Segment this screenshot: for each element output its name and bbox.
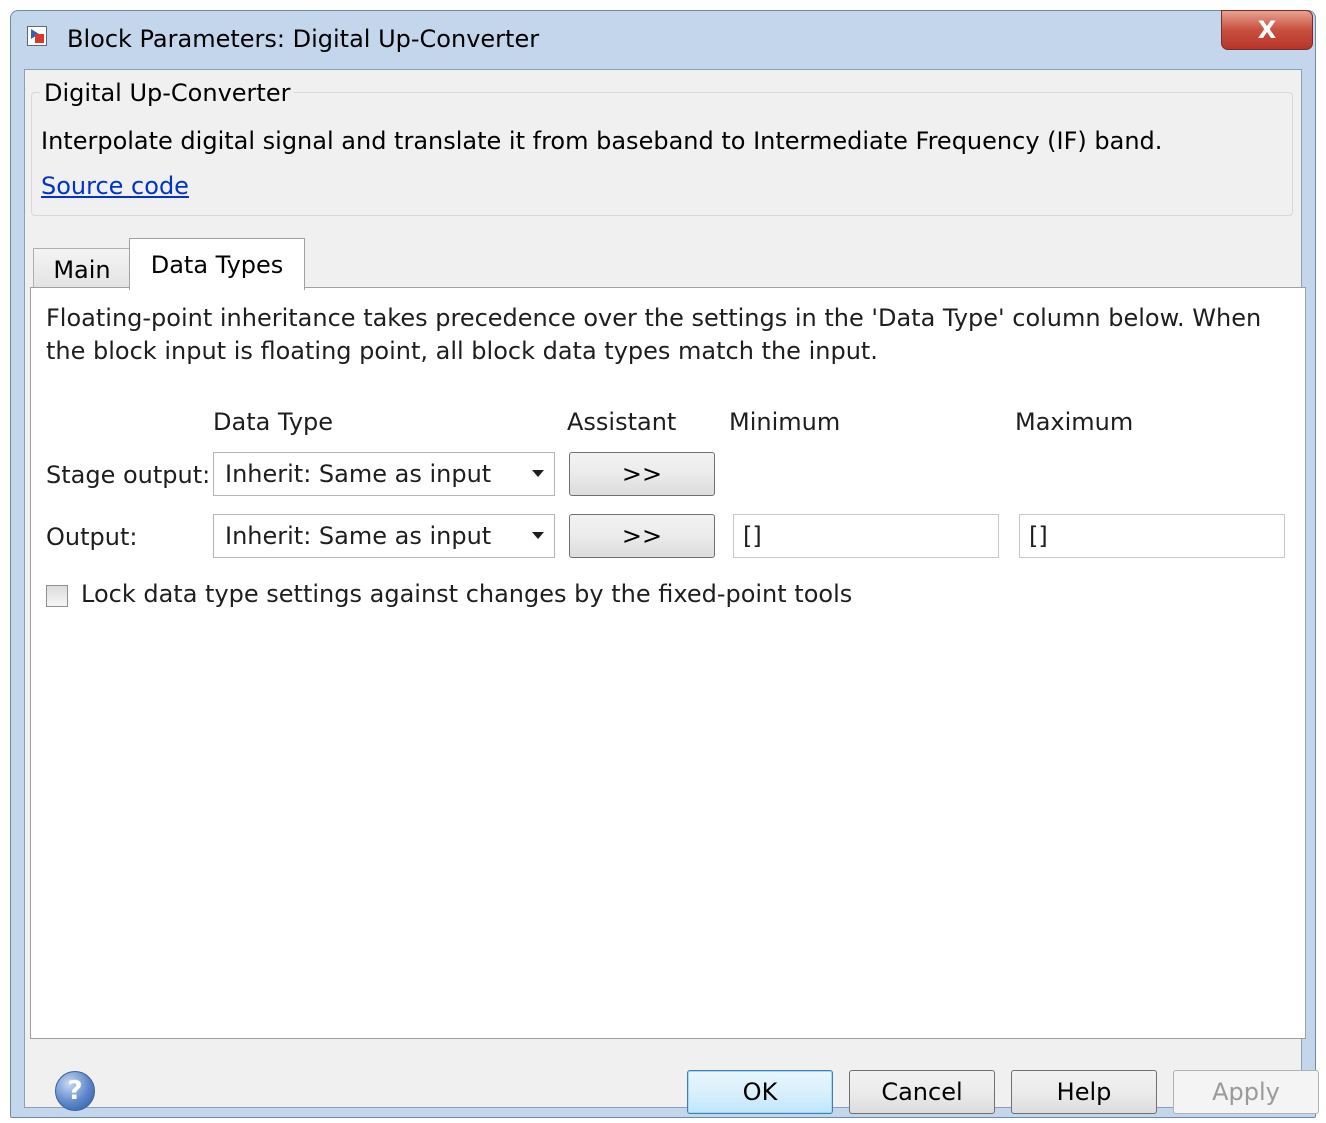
output-assistant-button[interactable]: >> [569,514,715,558]
stage-output-data-type-value: Inherit: Same as input [225,460,492,488]
title-bar: Block Parameters: Digital Up-Converter X [11,10,1315,69]
output-maximum-value: [] [1029,522,1048,550]
chevron-down-icon [528,525,548,545]
source-code-link[interactable]: Source code [41,172,189,200]
header-minimum: Minimum [729,408,841,436]
output-maximum-field[interactable]: [] [1019,514,1285,558]
header-maximum: Maximum [1015,408,1134,436]
tab-data-types[interactable]: Data Types [129,238,305,290]
window-title: Block Parameters: Digital Up-Converter [67,25,540,53]
header-data-type: Data Type [213,408,334,436]
stage-output-label: Stage output: [46,461,211,489]
chevron-down-icon [528,463,548,483]
output-data-type-select[interactable]: Inherit: Same as input [213,514,555,558]
close-button[interactable]: X [1221,10,1313,50]
block-description: Interpolate digital signal and translate… [41,127,1163,155]
cancel-button[interactable]: Cancel [849,1070,995,1114]
lock-data-type-checkbox[interactable] [46,585,68,607]
dialog-client: Digital Up-Converter Interpolate digital… [24,69,1319,1114]
output-data-type-value: Inherit: Same as input [225,522,492,550]
stage-output-assistant-button[interactable]: >> [569,452,715,496]
output-minimum-value: [] [743,522,762,550]
header-assistant: Assistant [567,408,677,436]
help-question-icon[interactable]: ? [55,1071,95,1111]
dialog-window: Block Parameters: Digital Up-Converter X… [10,10,1319,1118]
apply-button[interactable]: Apply [1173,1070,1319,1114]
tab-main[interactable]: Main [33,248,131,290]
help-button[interactable]: Help [1011,1070,1157,1114]
output-minimum-field[interactable]: [] [733,514,999,558]
group-legend: Digital Up-Converter [40,79,295,107]
output-label: Output: [46,523,138,551]
stage-output-data-type-select[interactable]: Inherit: Same as input [213,452,555,496]
data-types-panel: Floating-point inheritance takes precede… [30,287,1306,1039]
panel-description: Floating-point inheritance takes precede… [46,304,1262,365]
simulink-block-icon [27,26,47,46]
lock-data-type-label: Lock data type settings against changes … [81,580,853,608]
ok-button[interactable]: OK [687,1070,833,1114]
